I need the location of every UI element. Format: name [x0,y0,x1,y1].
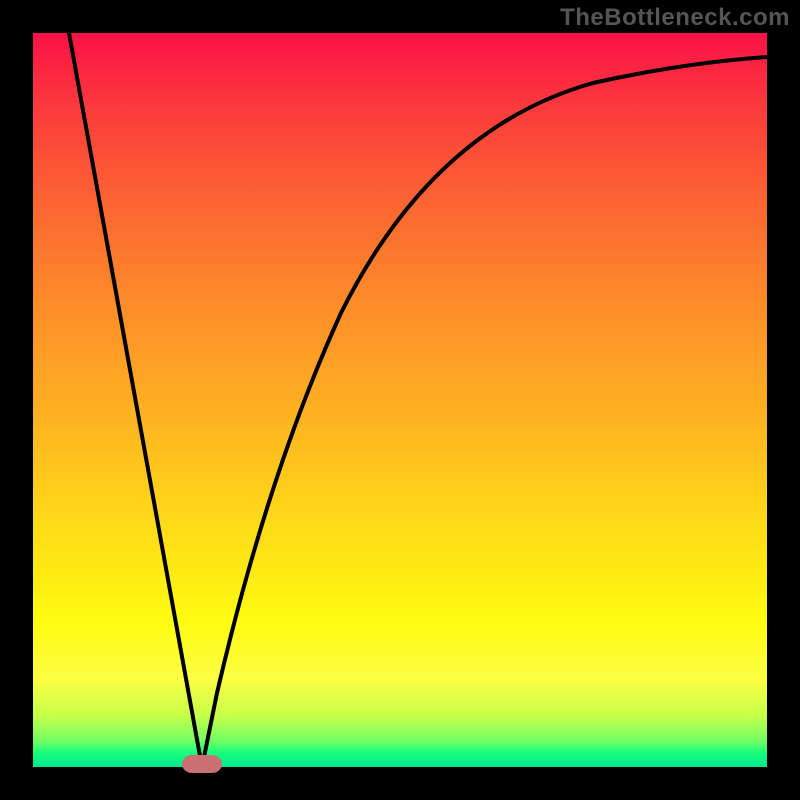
optimum-marker [182,755,222,773]
bottleneck-curve [69,33,767,767]
curve-svg [33,33,767,767]
plot-area [33,33,767,767]
chart-frame: TheBottleneck.com [0,0,800,800]
watermark-text: TheBottleneck.com [560,4,790,32]
